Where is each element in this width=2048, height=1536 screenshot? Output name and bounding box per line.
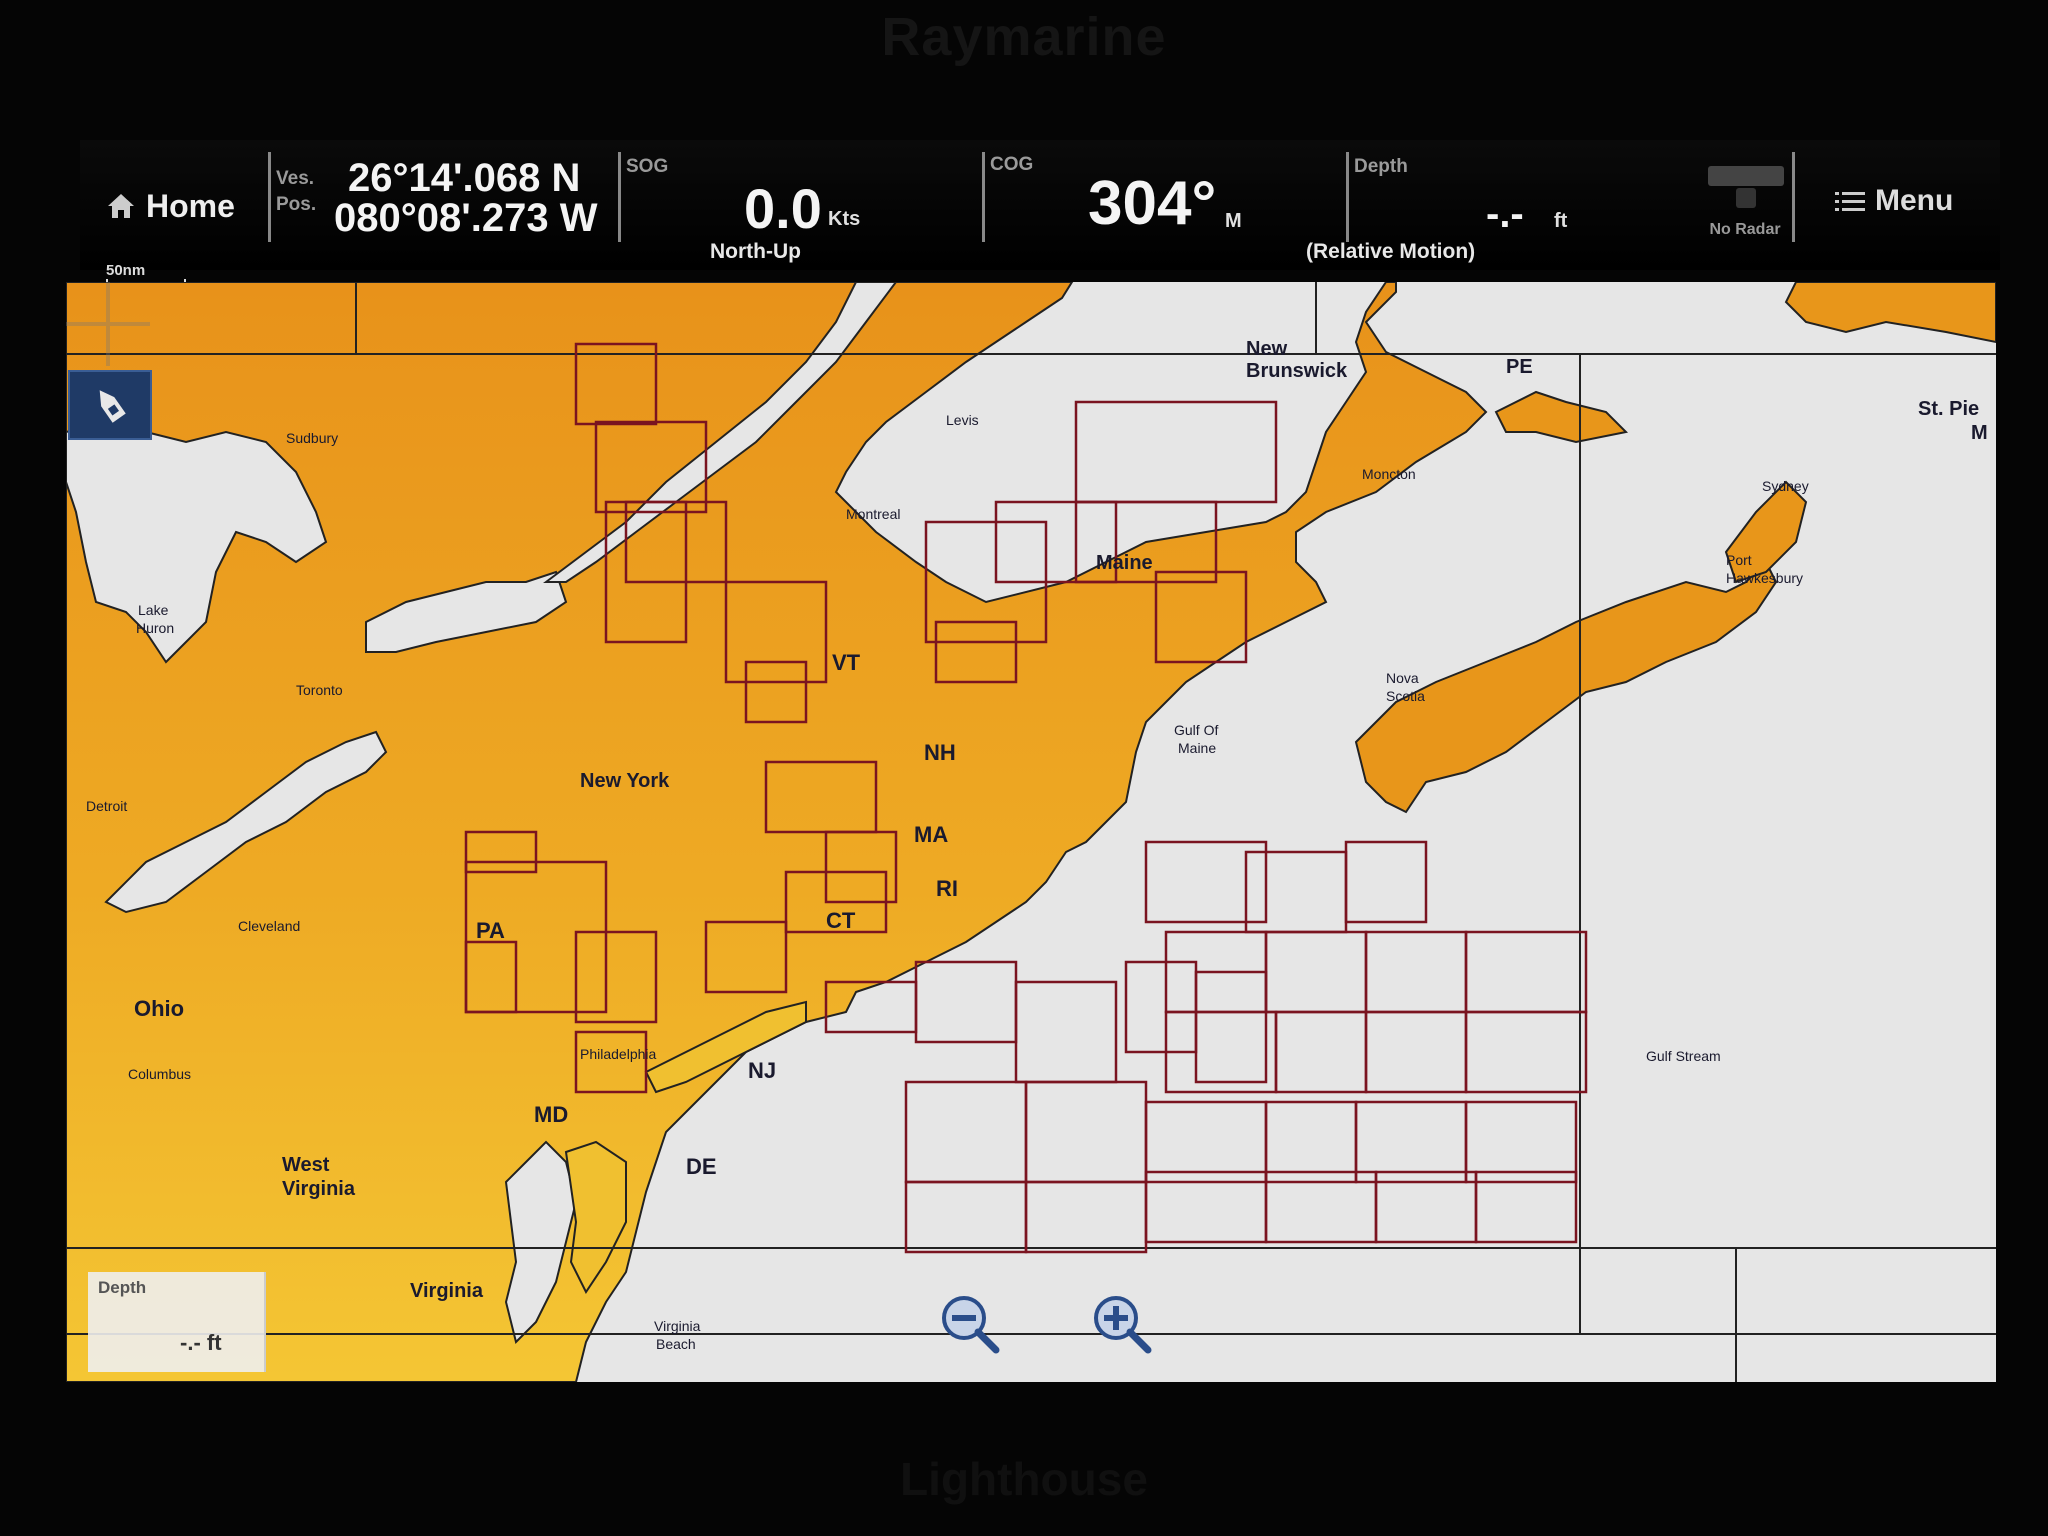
bezel-brand: Raymarine (881, 7, 1167, 67)
home-icon (108, 194, 134, 218)
label-nj: NJ (748, 1058, 777, 1083)
menu-icon (1835, 192, 1865, 211)
label-sudbury: Sudbury (286, 430, 339, 446)
label-gulf-of-maine-1: Gulf Of (1174, 722, 1219, 738)
depth-databox[interactable]: Depth -.- ft (88, 1272, 266, 1372)
label-virginia-beach-1: Virginia (654, 1318, 701, 1334)
label-port-hawkesbury-1: Port (1726, 552, 1752, 568)
label-pa: PA (476, 918, 505, 943)
label-ct: CT (826, 908, 856, 933)
position-label-top: Ves. (276, 168, 315, 189)
label-virginia: Virginia (410, 1280, 483, 1302)
label-nh: NH (924, 740, 956, 765)
home-label: Home (146, 187, 235, 224)
label-detroit: Detroit (86, 798, 128, 814)
label-moncton: Moncton (1362, 466, 1416, 482)
chart-view[interactable]: New Brunswick PE St. Pie M Sudbury Levis… (66, 282, 1996, 1382)
cog-value: 304° (1088, 169, 1217, 238)
label-levis: Levis (946, 412, 979, 428)
label-st-pierre-2: M (1971, 422, 1988, 444)
bezel-footer: Lighthouse (900, 1453, 1148, 1505)
sog-unit: Kts (828, 208, 861, 230)
zoom-in-button[interactable] (1090, 1292, 1154, 1356)
label-nova-scotia-2: Scotia (1386, 688, 1425, 704)
label-virginia-beach-2: Beach (656, 1336, 696, 1352)
vessel-position-button[interactable] (68, 370, 152, 440)
separator (1346, 152, 1349, 242)
radar-status[interactable]: No Radar (1700, 160, 1790, 240)
label-montreal: Montreal (846, 506, 901, 522)
label-gulf-stream: Gulf Stream (1646, 1048, 1721, 1064)
depth-label: Depth (1354, 156, 1408, 177)
label-md: MD (534, 1102, 569, 1127)
chart-canvas (66, 282, 1996, 1382)
depth-databox-value: -.- ft (180, 1330, 222, 1355)
label-philadelphia: Philadelphia (580, 1046, 657, 1062)
cog-unit: M (1225, 210, 1242, 232)
label-west-virginia-2: Virginia (282, 1178, 355, 1200)
label-ri: RI (936, 876, 958, 901)
cog-label: COG (990, 154, 1034, 175)
depth-databox-label: Depth (98, 1278, 147, 1297)
boat-icon (99, 390, 126, 423)
menu-label: Menu (1875, 184, 1954, 217)
data-bar: Home Ves. Pos. 26°14'.068 N 080°08'.273 … (80, 140, 2000, 270)
orientation-mode[interactable]: North-Up (710, 240, 801, 264)
menu-button[interactable]: Menu (1835, 184, 1953, 218)
label-gulf-of-maine-2: Maine (1178, 740, 1217, 756)
label-columbus: Columbus (128, 1066, 192, 1082)
position-label-bottom: Pos. (276, 194, 317, 215)
label-cleveland: Cleveland (238, 918, 301, 934)
label-toronto: Toronto (296, 682, 343, 698)
latitude-value: 26°14'.068 N (348, 156, 581, 200)
zoom-out-button[interactable] (938, 1292, 1002, 1356)
zoom-out-icon (942, 1296, 1000, 1354)
label-lake-huron-2: Huron (136, 620, 175, 636)
zoom-in-icon (1094, 1296, 1152, 1354)
label-new-york: New York (580, 770, 670, 792)
label-maine: Maine (1096, 552, 1153, 574)
sog-value: 0.0 (744, 177, 822, 240)
crosshair-icon (66, 282, 150, 366)
label-ma: MA (914, 822, 949, 847)
label-port-hawkesbury-2: Hawkesbury (1726, 570, 1804, 586)
label-vt: VT (832, 650, 861, 675)
label-ohio: Ohio (134, 996, 185, 1021)
radar-status-label: No Radar (1709, 221, 1781, 238)
radar-icon (1708, 166, 1784, 208)
label-de: DE (686, 1154, 717, 1179)
home-button[interactable]: Home (106, 186, 235, 226)
depth-unit: ft (1554, 210, 1568, 232)
motion-mode[interactable]: (Relative Motion) (1306, 240, 1475, 264)
label-west-virginia-1: West (282, 1154, 330, 1176)
label-lake-huron-1: Lake (138, 602, 169, 618)
label-nova-scotia-1: Nova (1386, 670, 1419, 686)
separator (1792, 152, 1795, 242)
label-pe: PE (1506, 356, 1533, 378)
longitude-value: 080°08'.273 W (334, 196, 598, 240)
label-new-brunswick-2: Brunswick (1246, 360, 1348, 382)
depth-value: -.- (1486, 192, 1524, 236)
separator (268, 152, 271, 242)
label-new-brunswick-1: New (1246, 338, 1288, 360)
separator (982, 152, 985, 242)
separator (618, 152, 621, 242)
sog-label: SOG (626, 156, 669, 177)
label-st-pierre-1: St. Pie (1918, 398, 1980, 420)
label-sydney: Sydney (1762, 478, 1809, 494)
scale-label: 50nm (106, 262, 146, 279)
